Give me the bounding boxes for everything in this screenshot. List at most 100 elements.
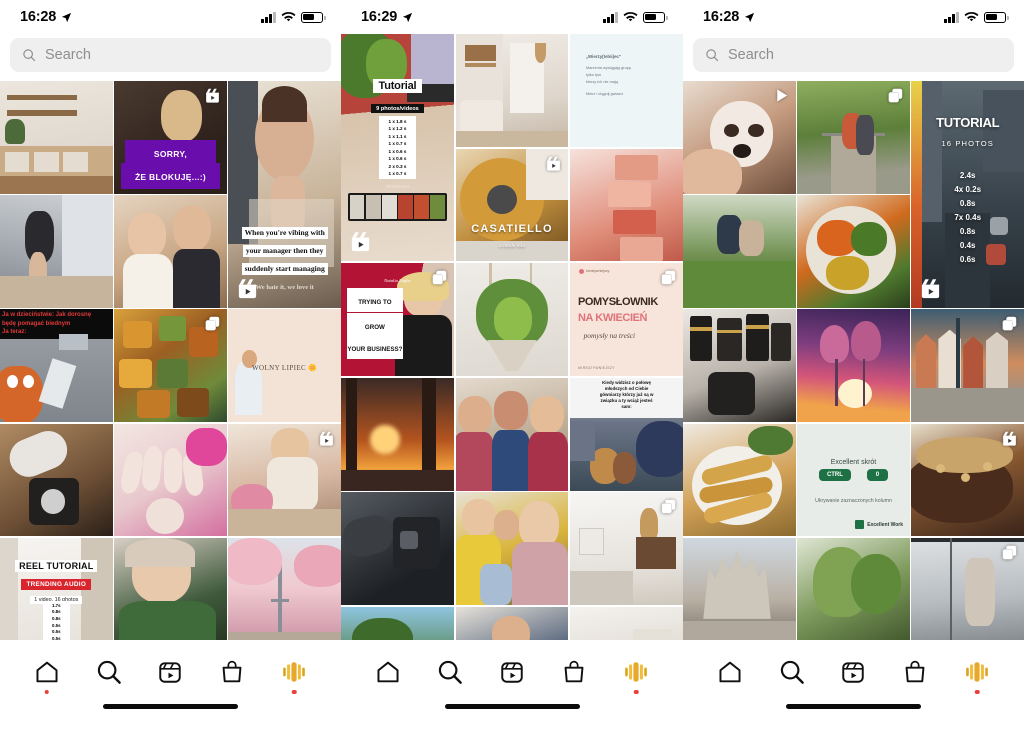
tile-casatiello[interactable]: CASATIELLO a mode mia	[455, 148, 569, 262]
tile-tutorial-9-photos[interactable]: Tutorial 9 photos/videos 1 x 1.8 s 1 x 1…	[341, 34, 454, 262]
tile-salad-bowl[interactable]	[797, 195, 910, 308]
tile-pink-boxes[interactable]	[570, 148, 683, 262]
tile-hallway-interior[interactable]	[455, 34, 569, 147]
tab-shop[interactable]	[559, 657, 589, 687]
tile-tulips-woman[interactable]	[228, 423, 341, 537]
battery-icon	[643, 11, 668, 23]
tile-desc: Ukrywanie zaznaczonych kolumn	[815, 497, 892, 504]
reels-icon	[159, 662, 182, 683]
tile-meme-line: sam:	[621, 403, 632, 409]
home-indicator-wrap	[0, 704, 341, 730]
tile-wolny-lipiec[interactable]: WOLNY LIPIEC 🌼	[228, 309, 341, 423]
tile-dslr-camera[interactable]	[341, 492, 454, 606]
tile-chocolate-cake[interactable]	[911, 423, 1024, 537]
tile-green-leaf-plant[interactable]	[797, 537, 910, 640]
tile-minimal-interior[interactable]	[570, 492, 683, 606]
battery-icon	[301, 11, 326, 23]
tab-reels[interactable]	[497, 657, 527, 687]
tile-tutorial-16-photos[interactable]: TUTORIAL 16 PHOTOS 2.4s 4x 0.2s 0.8s 7x …	[911, 81, 1024, 308]
quote-line: którzy ich nie mają	[585, 78, 619, 84]
tab-search[interactable]	[94, 657, 124, 687]
media-grid-scroll[interactable]: SORRY, ŻE BLOKUJĘ...:) When you're vibin…	[0, 81, 341, 640]
tab-search[interactable]	[435, 657, 465, 687]
play-badge-icon	[773, 87, 790, 104]
tile-meme-jerry[interactable]: Kiedy widzisz o połowę młodszych od Cieb…	[570, 377, 683, 491]
status-time: 16:28	[703, 9, 740, 25]
timing-value: 1 x 0.6 s	[388, 156, 407, 162]
tile-excellent-skrot[interactable]: Excellent skrót CTRL 0 Ukrywanie zaznacz…	[797, 423, 910, 537]
tile-caption-line: your manager then they	[242, 244, 327, 258]
tile-man-mirror-selfie[interactable]	[455, 606, 569, 640]
home-indicator[interactable]	[103, 704, 238, 709]
reels-badge-icon	[204, 87, 221, 104]
tile-wedding-couple[interactable]	[114, 195, 227, 308]
tab-reels[interactable]	[838, 657, 868, 687]
search-input[interactable]: Search	[10, 38, 331, 72]
tile-eiffel-blossom[interactable]	[228, 537, 341, 640]
tile-meme-line: Ja w dzieciństwie: Jak dorosnę	[2, 312, 92, 319]
tab-profile[interactable]	[621, 657, 651, 694]
tab-shop[interactable]	[217, 657, 247, 687]
bottom-tab-bar	[341, 640, 683, 704]
tab-reels[interactable]	[155, 657, 185, 687]
tile-reel-tutorial-manager[interactable]: When you're vibing with your manager the…	[228, 81, 341, 308]
tile-green-selfie[interactable]	[114, 537, 227, 640]
timing-value: 1 x 1.1 s	[388, 133, 407, 139]
tile-camera-lens[interactable]	[0, 423, 113, 537]
tile-mum-and-girls[interactable]	[455, 492, 569, 606]
tile-hanging-plant[interactable]	[455, 263, 569, 376]
timing-value: 0.8s	[959, 199, 976, 209]
tile-pomyslownik[interactable]: kreatywniejszy POMYSŁOWNIK NA KWIECIEŃ p…	[570, 263, 683, 376]
tile-sorry-blokuje[interactable]: SORRY, ŻE BLOKUJĘ...:)	[114, 81, 227, 194]
tile-couple-bridge[interactable]	[797, 81, 910, 194]
tile-trying-to-grow[interactable]: Natalia Zagbo TRYING TO GROW YOUR BUSINE…	[341, 263, 454, 376]
tile-mirror-selfie[interactable]	[0, 195, 113, 308]
search-placeholder: Search	[728, 47, 774, 63]
quote-line: tylko tym	[585, 71, 602, 77]
media-grid-scroll[interactable]: Tutorial 9 photos/videos 1 x 1.8 s 1 x 1…	[341, 34, 683, 640]
cellular-bars-icon	[261, 11, 276, 23]
timeline-thumb	[430, 195, 446, 219]
home-indicator-wrap	[683, 704, 1024, 730]
tile-meme-line: będę pomagać biednym	[2, 320, 71, 327]
tab-search[interactable]	[777, 657, 807, 687]
tab-home[interactable]	[715, 657, 745, 687]
search-input[interactable]: Search	[693, 38, 1014, 72]
tile-chihuahua-puppies[interactable]	[683, 81, 796, 194]
timing-value: 2 x 0.3 s	[388, 163, 407, 169]
tile-meme-dziecinstwo[interactable]: Ja w dzieciństwie: Jak dorosnę będę poma…	[0, 309, 113, 423]
tab-home[interactable]	[32, 657, 62, 694]
timeline-thumb	[398, 195, 413, 219]
tile-nails[interactable]	[114, 423, 227, 537]
timing-value: 4x 0.2s	[954, 185, 982, 195]
battery-icon	[984, 11, 1009, 23]
quote-line: Marzenia wyciągają grupę	[585, 65, 632, 71]
carousel-badge-icon	[1001, 315, 1018, 332]
tile-living-room[interactable]	[570, 606, 683, 640]
tile-sunset-trees[interactable]	[341, 377, 454, 491]
tile-shop-window-woman[interactable]	[911, 537, 1024, 640]
tile-reel-tutorial-trending[interactable]: REEL TUTORIAL TRENDING AUDIO 1 video, 16…	[0, 537, 113, 640]
tile-subtitle: 16 PHOTOS	[941, 139, 994, 149]
tile-spice-jars[interactable]	[114, 309, 227, 423]
tile-duomo-milan[interactable]	[683, 537, 796, 640]
tab-home[interactable]	[373, 657, 403, 687]
home-indicator[interactable]	[444, 704, 580, 709]
tile-pastry-rolls[interactable]	[683, 423, 796, 537]
tile-quote-card[interactable]: „Wierzy(telni)ec" Marzenia wyciągają gru…	[570, 34, 683, 147]
home-indicator[interactable]	[786, 704, 921, 709]
tab-profile[interactable]	[279, 657, 309, 694]
tile-bruges-square[interactable]	[911, 309, 1024, 423]
tile-couple-grass[interactable]	[683, 195, 796, 308]
timing-value: 1 x 1.8 s	[388, 118, 407, 124]
tab-shop[interactable]	[900, 657, 930, 687]
tile-three-women[interactable]	[455, 377, 569, 491]
tile-black-gold-jars[interactable]	[683, 309, 796, 423]
tile-tulip-sunset-art[interactable]	[797, 309, 910, 423]
tile-title: POMYSŁOWNIK	[577, 296, 658, 309]
media-grid-scroll[interactable]: TUTORIAL 16 PHOTOS 2.4s 4x 0.2s 0.8s 7x …	[683, 81, 1024, 640]
search-icon	[438, 660, 462, 684]
tile-palm-trees[interactable]	[341, 606, 454, 640]
tile-shelf-storage[interactable]	[0, 81, 113, 194]
tab-profile[interactable]	[962, 657, 992, 694]
